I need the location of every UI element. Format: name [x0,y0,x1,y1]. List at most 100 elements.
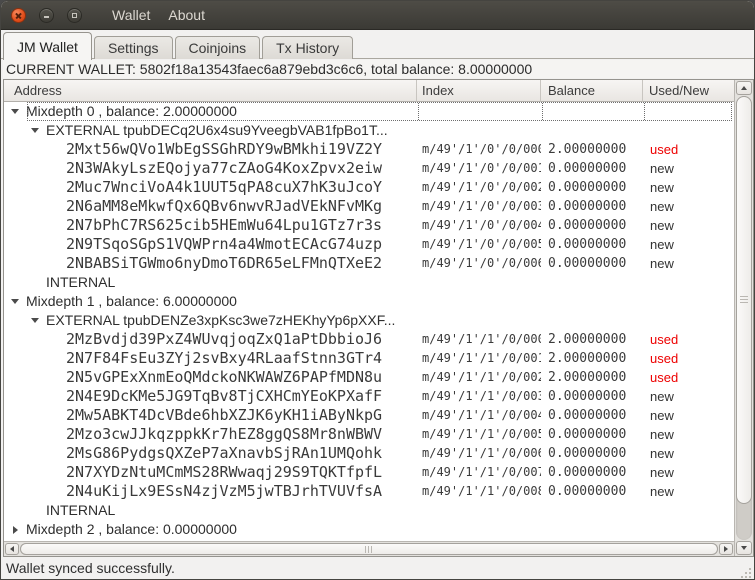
tab-settings[interactable]: Settings [93,36,173,59]
tree-row-branch[interactable]: EXTERNAL tpubDENZe3xpKsc3we7zHEKhyYp6pXX… [4,311,734,330]
tree-row-address[interactable]: 2Muc7WnciVoA4k1UUT5qPA8cuX7hK3uJcoY m/49'… [4,178,734,197]
minimize-window-icon[interactable] [39,7,54,23]
status-cell: new [650,389,674,404]
close-window-icon[interactable] [11,7,26,23]
tree-row-address[interactable]: 2N7XYDzNtuMCmMS28RWwaqj29S9TQKTfpfL m/49'… [4,463,734,482]
tree-row-address[interactable]: 2MzBvdjd39PxZ4WUvqjoqZxQ1aPtDbbioJ6 m/49'… [4,330,734,349]
balance-cell: 0.00000000 [548,427,627,442]
tree-label: Mixdepth 2 , balance: 0.00000000 [26,521,237,537]
expander-expanded-icon[interactable] [30,121,40,140]
arrow-left-icon [10,546,14,552]
tab-coinjoins[interactable]: Coinjoins [174,36,261,59]
tree-label: EXTERNAL tpubDENZe3xpKsc3we7zHEKhyYp6pXX… [46,312,396,328]
index-cell: m/49'/1'/0'/0/006 [422,256,541,270]
index-cell: m/49'/1'/0'/0/004 [422,218,541,232]
expander-expanded-icon[interactable] [30,311,40,330]
tree-row-branch[interactable]: INTERNAL [4,501,734,520]
tree-label: Mixdepth 1 , balance: 6.00000000 [26,293,237,309]
tab-tx-history[interactable]: Tx History [262,36,354,59]
expander-expanded-icon[interactable] [10,292,20,311]
tree-row-branch[interactable]: INTERNAL [4,273,734,292]
scroll-left-button[interactable] [5,543,19,555]
tab-jm-wallet[interactable]: JM Wallet [3,32,92,60]
expander-collapsed-icon[interactable] [10,520,20,539]
status-cell [643,520,734,539]
status-cell: new [650,446,674,461]
address-cell: 2MsG86PydgsQXZeP7aXnavbSjRAn1UMQohk [66,444,383,462]
tree-row-address[interactable]: 2Mw5ABKT4DcVBde6hbXZJK6yKH1iAByNkpG m/49'… [4,406,734,425]
status-cell: new [650,256,674,271]
status-cell [643,501,734,520]
tree-row-address[interactable]: 2N4E9DcKMe5JG9TqBv8TjCXHCmYEoKPXafF m/49'… [4,387,734,406]
tree-label: EXTERNAL tpubDECq2U6x4su9YveegbVAB1fpBo1… [46,122,388,138]
status-cell: used [650,370,679,385]
tree-row-address[interactable]: 2N4uKijLx9ESsN4zjVzM5jwTBJrhTVUVfsA m/49'… [4,482,734,501]
index-cell: m/49'/1'/1'/0/008 [422,484,541,498]
address-cell: 2N4uKijLx9ESsN4zjVzM5jwTBJrhTVUVfsA [66,482,383,500]
tree-row-address[interactable]: 2N5vGPExXnmEoQMdckoNKWAWZ6PAPfMDN8u m/49'… [4,368,734,387]
status-cell: used [650,351,679,366]
vertical-scrollbar-track[interactable] [736,96,752,540]
tree-row-address[interactable]: 2N7bPhC7RS625cib5HEmWu64Lpu1GTz7r3s m/49'… [4,216,734,235]
column-header-address[interactable]: Address [4,80,417,102]
current-wallet-banner: CURRENT WALLET: 5802f18a13543faec6a879eb… [3,60,752,78]
scroll-down-button[interactable] [736,541,752,555]
tree-row-address[interactable]: 2N6aMM8eMkwfQx6QBv6nwvRJadVEkNFvMKg m/49'… [4,197,734,216]
tree-row-address[interactable]: 2N3WAkyLszEQojya77cZAoG4KoxZpvx2eiw m/49'… [4,159,734,178]
status-cell: new [650,427,674,442]
index-cell [417,121,541,140]
tree-label: INTERNAL [46,274,116,290]
vertical-scrollbar[interactable] [734,80,753,556]
address-cell: 2Muc7WnciVoA4k1UUT5qPA8cuX7hK3uJcoY [66,178,383,196]
tree-row-address[interactable]: 2Mzo3cwJJkqzppkKr7hEZ8ggQS8Mr8nWBWV m/49'… [4,425,734,444]
expander-expanded-icon[interactable] [10,102,20,121]
tree-row-branch[interactable]: EXTERNAL tpubDECq2U6x4su9YveegbVAB1fpBo1… [4,121,734,140]
scroll-right-button[interactable] [719,543,733,555]
index-cell [417,520,541,539]
address-cell: 2Mzo3cwJJkqzppkKr7hEZ8ggQS8Mr8nWBWV [66,425,383,443]
scroll-up-button[interactable] [736,81,752,95]
balance-cell: 0.00000000 [548,408,627,423]
column-header-balance[interactable]: Balance [541,80,643,102]
index-cell [417,311,541,330]
balance-cell [541,121,643,140]
balance-cell: 0.00000000 [548,161,627,176]
address-cell: 2Mxt56wQVo1WbEgSSGhRDY9wBMkhi19VZ2Y [66,140,383,158]
tree-row-address[interactable]: 2NBABSiTGWmo6nyDmoT6DR65eLFMnQTXeE2 m/49'… [4,254,734,273]
tree-row-mixdepth[interactable]: Mixdepth 2 , balance: 0.00000000 [4,520,734,539]
balance-cell: 0.00000000 [548,484,627,499]
column-header-used-new[interactable]: Used/New [643,80,734,102]
status-cell: new [650,180,674,195]
balance-cell: 0.00000000 [548,237,627,252]
balance-cell [541,311,643,330]
tree-row-address[interactable]: 2Mxt56wQVo1WbEgSSGhRDY9wBMkhi19VZ2Y m/49'… [4,140,734,159]
vertical-scrollbar-thumb[interactable] [736,96,752,505]
resize-grip-icon[interactable] [739,566,751,578]
tree-row-address[interactable]: 2MsG86PydgsQXZeP7aXnavbSjRAn1UMQohk m/49'… [4,444,734,463]
grip-icon [740,296,748,305]
menu-wallet[interactable]: Wallet [103,3,159,27]
balance-cell: 2.00000000 [548,142,627,157]
index-cell: m/49'/1'/0'/0/003 [422,199,541,213]
status-cell: used [650,332,679,347]
column-header-index[interactable]: Index [417,80,541,102]
horizontal-scrollbar-track[interactable] [20,543,718,555]
maximize-window-icon[interactable] [67,7,82,23]
index-cell: m/49'/1'/1'/0/007 [422,465,541,479]
menu-about[interactable]: About [159,3,214,27]
tree-row-address[interactable]: 2N7F84FsEu3ZYj2svBxy4RLaafStnn3GTr4 m/49'… [4,349,734,368]
address-cell: 2N4E9DcKMe5JG9TqBv8TjCXHCmYEoKPXafF [66,387,383,405]
tree-row-mixdepth[interactable]: Mixdepth 0 , balance: 2.00000000 [4,102,734,121]
tree-row-address[interactable]: 2N9TSqoSGpS1VQWPrn4a4WmotECAcG74uzp m/49'… [4,235,734,254]
address-cell: 2NBABSiTGWmo6nyDmoT6DR65eLFMnQTXeE2 [66,254,383,272]
balance-cell: 2.00000000 [548,351,627,366]
horizontal-scrollbar-thumb[interactable] [20,543,718,555]
balance-cell [541,520,643,539]
arrow-down-icon [741,546,747,550]
horizontal-scrollbar[interactable] [4,541,734,556]
status-cell: new [650,161,674,176]
address-cell: 2N7F84FsEu3ZYj2svBxy4RLaafStnn3GTr4 [66,349,383,367]
status-message: Wallet synced successfully. [6,560,175,576]
tree-row-mixdepth[interactable]: Mixdepth 1 , balance: 6.00000000 [4,292,734,311]
balance-cell [541,102,643,121]
